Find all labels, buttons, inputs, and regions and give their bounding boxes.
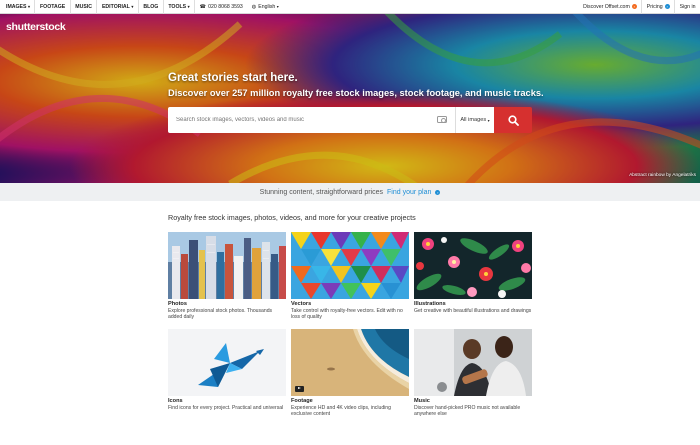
arrow-right-icon: › [435, 189, 441, 195]
phone-link[interactable]: ☎ 020 8068 3593 [195, 0, 247, 14]
arrow-right-icon: › [664, 4, 670, 9]
language-select[interactable]: ◍ English ▾ [247, 0, 283, 14]
promo-text: Stunning content, straightforward prices [259, 188, 384, 196]
card-title[interactable]: Illustrations [414, 301, 532, 307]
beach-aerial-image [291, 329, 409, 396]
card-description: Take control with royalty-free vectors. … [291, 308, 403, 321]
photos-thumbnail[interactable] [168, 232, 286, 299]
camera-icon[interactable] [437, 116, 447, 123]
chevron-down-icon: ▾ [276, 4, 279, 9]
section-title: Royalty free stock images, photos, video… [168, 213, 416, 222]
musicians-image [414, 329, 532, 396]
nav-blog[interactable]: BLOG [139, 0, 164, 14]
card-description: Experience HD and 4K video clips, includ… [291, 405, 391, 418]
search-button[interactable] [494, 107, 532, 133]
card-photos[interactable]: Photos Explore professional stock photos… [168, 232, 286, 320]
chevron-down-icon: ▾ [487, 117, 490, 123]
nav-editorial[interactable]: EDITORIAL ▾ [97, 0, 139, 14]
nav-music[interactable]: MUSIC [71, 0, 98, 14]
top-nav: IMAGES ▾ FOOTAGE MUSIC EDITORIAL ▾ BLOG TO… [0, 0, 700, 14]
nav-tools[interactable]: TOOLS ▾ [164, 0, 196, 14]
offset-link[interactable]: Discover Offset.com › [577, 0, 641, 14]
card-description: Find icons for every project. Practical … [168, 405, 284, 411]
card-title[interactable]: Icons [168, 398, 286, 404]
promo-bar: Stunning content, straightforward prices… [0, 183, 700, 201]
search-icon [507, 114, 519, 126]
card-vectors[interactable]: Vectors Take control with royalty-free v… [291, 232, 409, 320]
card-illustrations[interactable]: Illustrations Get creative with beautifu… [414, 232, 532, 314]
hero-banner: shutterstock Great stories start here. D… [0, 14, 700, 183]
music-thumbnail[interactable] [414, 329, 532, 396]
card-description: Get creative with beautiful illustration… [414, 308, 532, 314]
card-title[interactable]: Vectors [291, 301, 409, 307]
card-footage[interactable]: Footage Experience HD and 4K video clips… [291, 329, 409, 417]
chevron-down-icon: ▾ [187, 4, 190, 9]
nav-images[interactable]: IMAGES ▾ [0, 0, 36, 14]
play-icon [295, 386, 304, 392]
geometric-pattern-image [291, 232, 409, 299]
globe-icon: ◍ [251, 3, 257, 10]
search-type-dropdown[interactable]: All images ▾ [455, 107, 494, 133]
image-credit[interactable]: Abstract rainbow by Angelatriks [629, 173, 696, 178]
card-description: Explore professional stock photos. Thous… [168, 308, 273, 321]
chevron-down-icon: ▾ [27, 4, 30, 9]
card-description: Discover hand-picked PRO music not avail… [414, 405, 521, 418]
tropical-pattern-image [414, 232, 532, 299]
footage-thumbnail[interactable] [291, 329, 409, 396]
origami-bird-image [168, 329, 286, 396]
hero-subtitle: Discover over 257 million royalty free s… [168, 88, 544, 98]
hero-background-image [0, 14, 700, 183]
card-icons[interactable]: Icons Find icons for every project. Prac… [168, 329, 286, 411]
search-type-label: All images [460, 117, 487, 123]
signin-link[interactable]: Sign in [674, 0, 700, 14]
illustrations-thumbnail[interactable] [414, 232, 532, 299]
card-title[interactable]: Footage [291, 398, 409, 404]
nav-footage[interactable]: FOOTAGE [35, 0, 71, 14]
pricing-link[interactable]: Pricing › [641, 0, 674, 14]
shutterstock-logo[interactable]: shutterstock [6, 21, 66, 33]
card-title[interactable]: Music [414, 398, 532, 404]
search-input[interactable] [168, 117, 428, 123]
arrow-right-icon: › [631, 4, 637, 9]
icons-thumbnail[interactable] [168, 329, 286, 396]
vectors-thumbnail[interactable] [291, 232, 409, 299]
find-plan-link[interactable]: Find your plan › [387, 189, 441, 196]
phone-icon: ☎ [199, 3, 207, 10]
chevron-down-icon: ▾ [131, 4, 134, 9]
card-music[interactable]: Music Discover hand-picked PRO music not… [414, 329, 532, 417]
hero-title: Great stories start here. [168, 72, 298, 84]
city-skyline-image [168, 232, 286, 299]
search-box [168, 107, 455, 133]
card-title[interactable]: Photos [168, 301, 286, 307]
